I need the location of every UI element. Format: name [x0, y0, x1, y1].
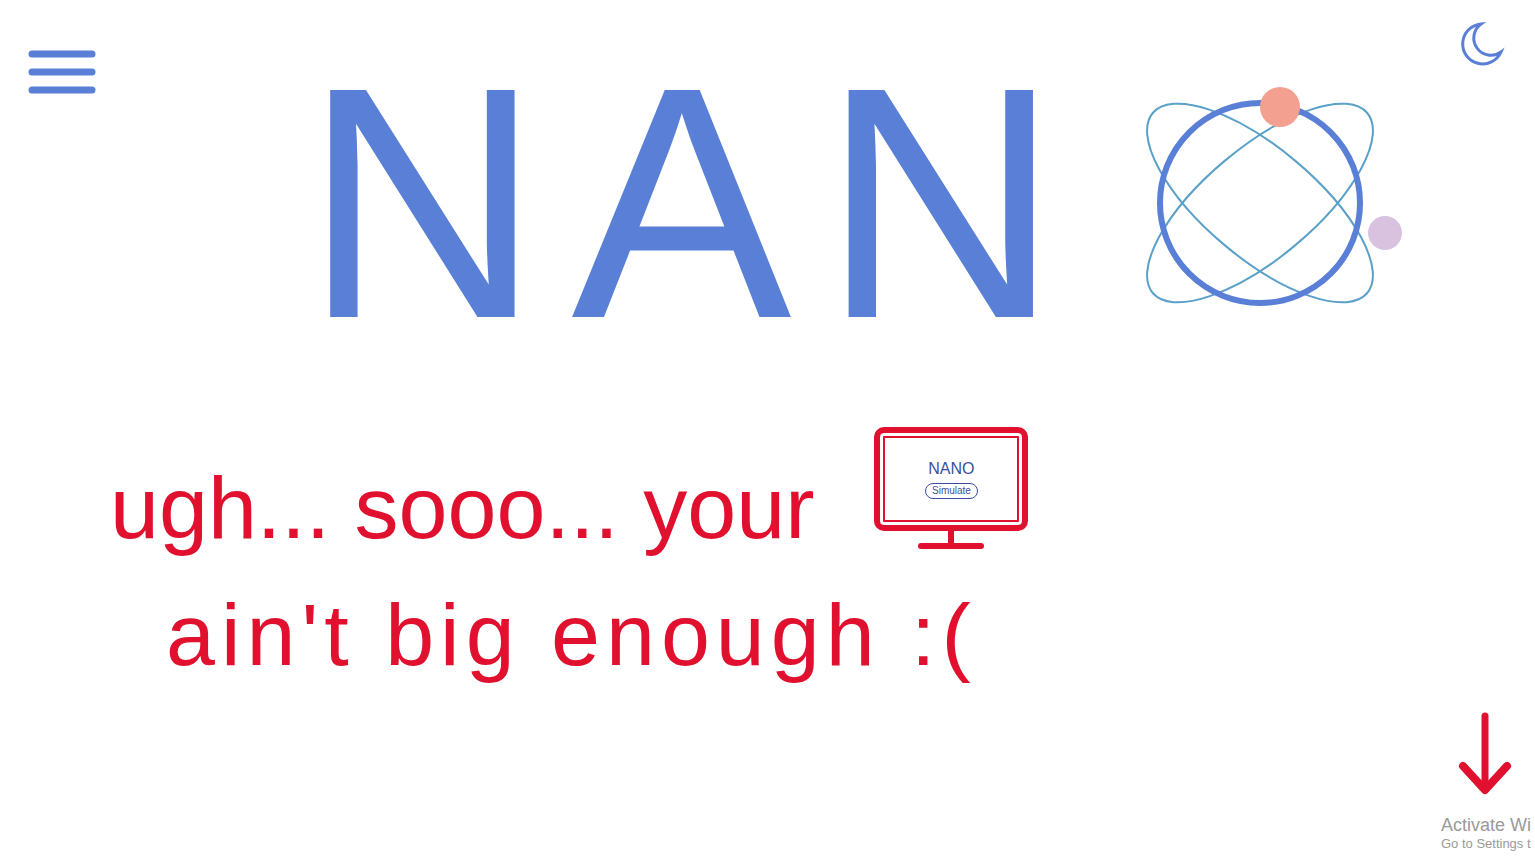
monitor-icon: NANO Simulate	[874, 427, 1028, 549]
atom-icon	[1110, 63, 1410, 343]
message-line: ain't big enough :(	[110, 587, 1535, 684]
monitor-button: Simulate	[925, 483, 978, 499]
monitor-screen: NANO Simulate	[874, 427, 1028, 531]
monitor-title: NANO	[928, 460, 974, 478]
menu-icon[interactable]	[28, 48, 98, 100]
page: NAN ugh... sooo... your NANO Simulate ain't …	[0, 0, 1535, 856]
activation-watermark: Activate WiGo to Settings t	[1441, 815, 1531, 852]
logo: NAN	[303, 38, 1410, 368]
moon-icon[interactable]	[1455, 20, 1505, 70]
scroll-down-arrow-icon[interactable]	[1457, 712, 1513, 798]
title: NAN	[303, 38, 1090, 368]
message-line: ugh... sooo... your NANO Simulate	[110, 460, 1535, 557]
message-text: ugh... sooo... your	[110, 460, 814, 557]
message: ugh... sooo... your NANO Simulate ain't big…	[0, 360, 1535, 684]
message-text: ain't big enough :(	[166, 587, 977, 684]
header: NAN	[0, 0, 1535, 360]
watermark-subtitle: Go to Settings t	[1441, 836, 1531, 852]
watermark-title: Activate Wi	[1441, 815, 1531, 837]
